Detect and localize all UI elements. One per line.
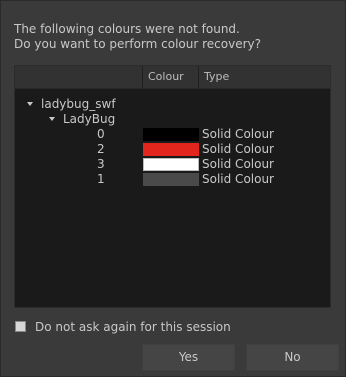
no-button[interactable]: No xyxy=(246,344,339,371)
expand-arrow-icon[interactable] xyxy=(27,102,33,106)
header-colour[interactable]: Colour xyxy=(143,66,199,88)
message-line-2: Do you want to perform colour recovery? xyxy=(14,37,261,51)
colour-row[interactable]: 0 Solid Colour xyxy=(15,127,330,142)
colour-recovery-dialog: The following colours were not found. Do… xyxy=(0,0,346,377)
tree-header: Colour Type xyxy=(15,66,330,89)
colour-id: 3 xyxy=(97,157,105,171)
colour-swatch xyxy=(143,128,199,141)
tree-row-root[interactable]: ladybug_swf xyxy=(15,97,330,112)
colour-swatch xyxy=(143,173,199,186)
expand-arrow-icon[interactable] xyxy=(49,117,55,121)
yes-button[interactable]: Yes xyxy=(142,344,235,371)
tree-row-child[interactable]: LadyBug xyxy=(15,112,330,127)
colour-swatch xyxy=(143,143,199,156)
colour-type: Solid Colour xyxy=(202,142,274,156)
do-not-ask-label: Do not ask again for this session xyxy=(35,320,231,334)
root-label: ladybug_swf xyxy=(41,97,116,111)
header-name[interactable] xyxy=(15,66,143,88)
missing-colours-tree[interactable]: Colour Type ladybug_swf LadyBug 0 Solid C… xyxy=(14,65,331,308)
colour-type: Solid Colour xyxy=(202,172,274,186)
do-not-ask-checkbox[interactable] xyxy=(15,321,26,332)
colour-type: Solid Colour xyxy=(202,157,274,171)
dialog-message: The following colours were not found. Do… xyxy=(14,22,261,52)
colour-id: 2 xyxy=(97,142,105,156)
colour-type: Solid Colour xyxy=(202,127,274,141)
colour-row[interactable]: 3 Solid Colour xyxy=(15,157,330,172)
colour-row[interactable]: 1 Solid Colour xyxy=(15,172,330,187)
message-line-1: The following colours were not found. xyxy=(14,22,240,36)
child-label: LadyBug xyxy=(63,112,116,126)
header-type[interactable]: Type xyxy=(199,66,330,88)
colour-id: 0 xyxy=(97,127,105,141)
colour-row[interactable]: 2 Solid Colour xyxy=(15,142,330,157)
colour-id: 1 xyxy=(97,172,105,186)
colour-swatch xyxy=(143,158,199,171)
